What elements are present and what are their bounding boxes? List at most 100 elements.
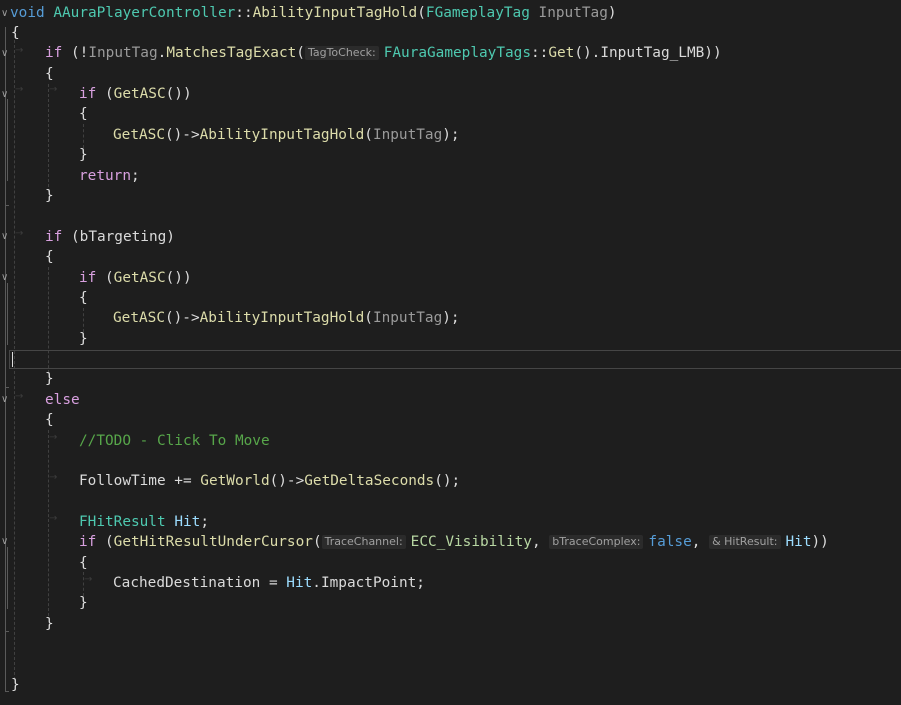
param-type: FGameplayTag [425,5,530,21]
punctuation: ( [364,310,373,326]
code-line[interactable]: } [0,369,901,389]
operator: += [165,473,201,489]
scope-operator: :: [235,5,253,21]
punctuation: . [157,45,167,61]
punctuation: ()-> [164,310,200,326]
punctuation: ; [130,168,140,184]
code-line[interactable]: } [0,329,901,349]
keyword: else [45,392,80,408]
code-line[interactable]: { [0,553,901,573]
code-line[interactable]: } [0,614,901,634]
code-line[interactable]: return; [0,166,901,186]
brace: } [45,616,54,632]
keyword: if [45,45,63,61]
param-name: InputTag [88,45,158,61]
variable-name: bTargeting [79,229,167,245]
code-line[interactable]: } [0,675,901,695]
brace: { [79,290,88,306]
punctuation: ( [364,127,373,143]
brace: { [79,106,88,122]
inlay-hint: bTraceComplex: [549,535,644,549]
brace: } [79,331,88,347]
keyword: if [79,534,97,550]
punctuation: ( [96,534,114,550]
code-line[interactable]: GetASC()->AbilityInputTagHold(InputTag); [0,125,901,145]
code-line[interactable]: else [0,390,901,410]
code-line[interactable]: { [0,64,901,84]
code-line[interactable]: } [0,145,901,165]
punctuation: ( [62,229,80,245]
code-line[interactable]: if (GetHitResultUnderCursor(TraceChannel… [0,532,901,552]
brace: { [45,412,54,428]
code-line[interactable]: { [0,23,901,43]
brace: } [79,595,88,611]
method-name: GetDeltaSeconds [304,473,435,489]
brace: } [45,188,54,204]
punctuation: )) [811,534,829,550]
method-name: MatchesTagExact [166,45,297,61]
code-line[interactable]: { [0,410,901,430]
code-line[interactable]: if (bTargeting) [0,227,901,247]
punctuation: ; [200,514,209,530]
punctuation: ()) [165,270,192,286]
operator: = [260,575,287,591]
punctuation: ()-> [164,127,200,143]
variable-name: Hit [286,575,313,591]
variable-name: Hit [785,534,812,550]
code-comment: //TODO - Click To Move [79,433,270,449]
function-name: GetASC [113,270,166,286]
punctuation: ( [296,45,305,61]
brace: } [11,677,20,693]
class-name: AAuraPlayerController [53,5,236,21]
punctuation: ()-> [269,473,305,489]
keyword: if [79,270,97,286]
code-line[interactable]: } [0,186,901,206]
punctuation: ) [166,229,175,245]
variable-name: Hit [174,514,201,530]
member-name: ImpactPoint [320,575,417,591]
function-name: GetASC [113,127,165,143]
current-line-highlight [9,350,901,369]
code-line[interactable]: if (!InputTag.MatchesTagExact(TagToCheck… [0,43,901,63]
brace: { [79,555,88,571]
code-line[interactable]: { [0,247,901,267]
code-line[interactable]: FHitResult Hit; [0,512,901,532]
method-name: AbilityInputTagHold [199,310,365,326]
brace: { [11,25,20,41]
code-line[interactable]: if (GetASC()) [0,84,901,104]
function-name: GetWorld [200,473,270,489]
param-name: InputTag [372,127,443,143]
punctuation: ()) [165,86,192,102]
code-line[interactable]: GetASC()->AbilityInputTagHold(InputTag); [0,308,901,328]
code-line[interactable]: if (GetASC()) [0,268,901,288]
punctuation: )) [704,45,722,61]
brace: { [45,249,54,265]
code-line[interactable]: void AAuraPlayerController::AbilityInput… [0,3,901,23]
member-name: InputTag_LMB [600,45,705,61]
punctuation: , [531,534,550,550]
inlay-hint: TagToCheck: [304,46,379,60]
code-line[interactable]: CachedDestination = Hit.ImpactPoint; [0,573,901,593]
keyword: false [648,534,692,550]
brace: } [45,371,54,387]
punctuation: ); [442,127,460,143]
punctuation: (); [434,473,461,489]
keyword: void [10,5,45,21]
inlay-hint: TraceChannel: [321,535,406,549]
code-editor[interactable]: → → → → → → → → → ∨ ∨ ∨ ∨ ∨ ∨ ∨ void AAu… [0,0,901,705]
code-line[interactable]: { [0,104,901,124]
code-line[interactable]: } [0,593,901,613]
code-line[interactable]: FollowTime += GetWorld()->GetDeltaSecond… [0,471,901,491]
code-line[interactable]: //TODO - Click To Move [0,431,901,451]
function-name: AbilityInputTagHold [252,5,418,21]
function-name: Get [548,45,575,61]
function-name: GetHitResultUnderCursor [113,534,313,550]
punctuation: . [312,575,321,591]
scope-operator: :: [531,45,549,61]
param-name: InputTag [538,5,608,21]
code-line[interactable]: { [0,288,901,308]
punctuation: , [691,534,710,550]
param-name: InputTag [372,310,443,326]
punctuation: ( [96,86,114,102]
